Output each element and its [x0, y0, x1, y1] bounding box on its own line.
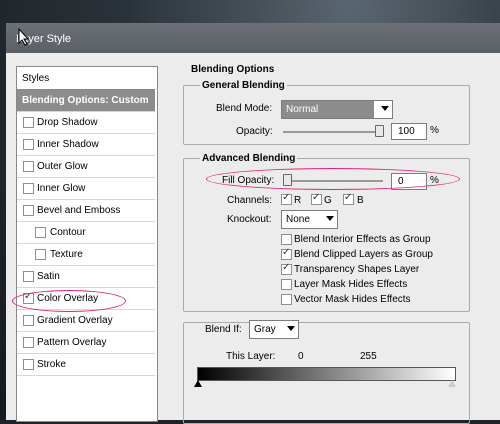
knockout-select[interactable]: None [281, 210, 338, 229]
styles-item-checkbox[interactable] [23, 359, 34, 370]
styles-item-checkbox[interactable] [23, 161, 34, 172]
styles-item-inner-shadow[interactable]: Inner Shadow [17, 134, 155, 156]
styles-item-label: Drop Shadow [37, 117, 98, 128]
channel-r-label: R [294, 195, 302, 206]
mouse-cursor-icon [18, 28, 30, 46]
styles-item-checkbox[interactable] [35, 227, 46, 238]
option-checkbox-1[interactable] [281, 247, 292, 260]
styles-item-pattern-overlay[interactable]: Pattern Overlay [17, 332, 155, 354]
styles-item-label: Inner Shadow [37, 139, 99, 150]
styles-header[interactable]: Styles [17, 67, 155, 90]
this-layer-black-stop[interactable] [194, 380, 202, 387]
chevron-down-icon [287, 326, 295, 331]
channel-b-checkbox[interactable] [343, 192, 354, 205]
styles-item-inner-glow[interactable]: Inner Glow [17, 178, 155, 200]
option-label: Vector Mask Hides Effects [294, 294, 411, 305]
option-label: Transparency Shapes Layer [294, 264, 420, 275]
styles-item-checkbox[interactable] [23, 117, 34, 128]
styles-item-checkbox[interactable] [23, 271, 34, 282]
channels-label: Channels: [227, 195, 273, 206]
this-layer-gradient [197, 367, 456, 381]
this-layer-high-value: 255 [360, 351, 377, 362]
this-layer-white-stop[interactable] [448, 380, 456, 387]
styles-item-stroke[interactable]: Stroke [17, 354, 155, 376]
this-layer-low-value: 0 [298, 351, 304, 362]
opacity-label: Opacity: [236, 126, 273, 137]
channel-b-label: B [357, 195, 364, 206]
color-overlay-highlight [12, 290, 126, 312]
styles-item-label: Inner Glow [37, 183, 86, 194]
styles-item-label: Outer Glow [37, 161, 88, 172]
blend-if-label: Blend If: [205, 324, 242, 335]
styles-item-contour[interactable]: Contour [17, 222, 155, 244]
styles-item-label: Bevel and Emboss [37, 205, 121, 216]
styles-item-blending-options-custom[interactable]: Blending Options: Custom [17, 90, 155, 112]
styles-item-label: Texture [50, 249, 83, 260]
styles-item-label: Satin [37, 271, 60, 282]
styles-item-checkbox[interactable] [23, 337, 34, 348]
blend-mode-label: Blend Mode: [216, 103, 273, 114]
knockout-label: Knockout: [227, 214, 272, 225]
blend-if-select[interactable]: Gray [249, 320, 299, 339]
styles-item-checkbox[interactable] [23, 183, 34, 194]
styles-item-label: Stroke [37, 359, 66, 370]
styles-item-bevel-and-emboss[interactable]: Bevel and Emboss [17, 200, 155, 222]
option-checkbox-0[interactable] [281, 234, 292, 245]
styles-item-checkbox[interactable] [23, 205, 34, 216]
styles-item-label: Blending Options: Custom [22, 95, 149, 106]
styles-item-label: Contour [50, 227, 86, 238]
styles-item-drop-shadow[interactable]: Drop Shadow [17, 112, 155, 134]
opacity-unit: % [430, 125, 439, 136]
option-label: Layer Mask Hides Effects [294, 279, 408, 290]
styles-item-checkbox[interactable] [35, 249, 46, 260]
styles-item-outer-glow[interactable]: Outer Glow [17, 156, 155, 178]
styles-item-satin[interactable]: Satin [17, 266, 155, 288]
option-checkbox-4[interactable] [281, 294, 292, 305]
chevron-down-icon [326, 216, 334, 221]
opacity-slider-thumb[interactable] [375, 125, 384, 137]
option-checkbox-3[interactable] [281, 279, 292, 290]
styles-item-label: Pattern Overlay [37, 337, 107, 348]
opacity-slider[interactable] [283, 131, 383, 133]
fill-opacity-highlight [206, 168, 460, 190]
channel-g-label: G [324, 195, 332, 206]
styles-item-checkbox[interactable] [23, 315, 34, 326]
channel-r-checkbox[interactable] [281, 192, 292, 205]
styles-item-gradient-overlay[interactable]: Gradient Overlay [17, 310, 155, 332]
option-checkbox-2[interactable] [281, 262, 292, 275]
option-label: Blend Interior Effects as Group [294, 234, 431, 245]
title-bar[interactable] [6, 23, 500, 53]
channel-g-checkbox[interactable] [311, 192, 322, 205]
option-label: Blend Clipped Layers as Group [294, 249, 433, 260]
opacity-input[interactable]: 100 [391, 123, 427, 140]
general-blending-title: General Blending [200, 80, 287, 91]
styles-item-texture[interactable]: Texture [17, 244, 155, 266]
advanced-blending-title: Advanced Blending [200, 153, 298, 164]
styles-item-checkbox[interactable] [23, 139, 34, 150]
blend-mode-select[interactable]: Normal [281, 100, 393, 119]
styles-item-label: Gradient Overlay [37, 315, 113, 326]
blending-options-title: Blending Options [191, 64, 275, 75]
this-layer-label: This Layer: [226, 351, 276, 362]
chevron-down-icon [381, 106, 389, 111]
